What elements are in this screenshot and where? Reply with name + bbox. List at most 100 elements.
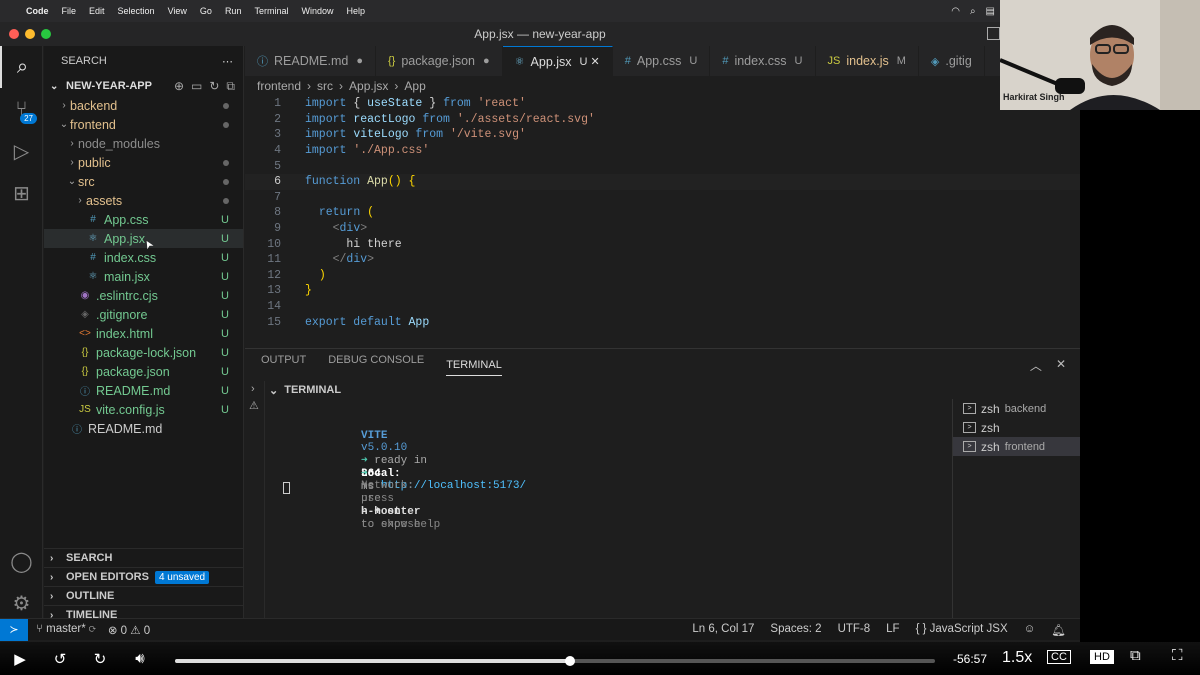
- terminal-instance[interactable]: > zsh frontend: [953, 437, 1080, 456]
- tree-item-assets[interactable]: › assets: [44, 191, 243, 210]
- code-token: >: [360, 222, 368, 236]
- tab-status: U: [689, 55, 698, 67]
- close-panel-icon[interactable]: ✕: [1056, 357, 1066, 374]
- tree-item-readme-md[interactable]: ⓘ README.md: [44, 419, 243, 438]
- tree-item-index-css[interactable]: # index.css U: [44, 248, 243, 267]
- chevron-right-icon[interactable]: ›: [245, 381, 264, 395]
- collapse-all-icon[interactable]: ⧉: [226, 79, 235, 94]
- panel-tab-terminal[interactable]: TERMINAL: [446, 354, 502, 376]
- code-editor[interactable]: 1 import { useState } from 'react' 2 import…: [245, 96, 1080, 346]
- section-search[interactable]: › SEARCH: [44, 548, 244, 567]
- forward-icon[interactable]: ↻: [80, 642, 120, 675]
- cursor-position[interactable]: Ln 6, Col 17: [692, 623, 754, 637]
- menu-run[interactable]: Run: [225, 6, 242, 16]
- search-view-icon[interactable]: ⌕: [0, 46, 43, 88]
- seek-bar[interactable]: [175, 656, 935, 666]
- menu-file[interactable]: File: [62, 6, 77, 16]
- menu-help[interactable]: Help: [346, 6, 365, 16]
- breadcrumb-item[interactable]: App.jsx: [349, 79, 388, 93]
- menu-terminal[interactable]: Terminal: [254, 6, 288, 16]
- menu-window[interactable]: Window: [301, 6, 333, 16]
- problems-indicator[interactable]: ⊗ 0 ⚠ 0: [108, 623, 150, 637]
- breadcrumb-item[interactable]: frontend: [257, 79, 301, 93]
- captions-button[interactable]: CC: [1047, 650, 1071, 664]
- indentation[interactable]: Spaces: 2: [770, 623, 821, 637]
- tab-index-css[interactable]: # index.css U: [710, 46, 816, 76]
- help-text: to show help: [361, 518, 441, 531]
- toggle-layout-icon[interactable]: [987, 27, 1000, 40]
- code-line: 2 import reactLogo from './assets/react.s…: [245, 112, 1080, 128]
- language-mode[interactable]: { } JavaScript JSX: [916, 623, 1008, 637]
- tree-item-package-lock-json[interactable]: {} package-lock.json U: [44, 343, 243, 362]
- sidebar-sections: › SEARCH › OPEN EDITORS 4 unsaved › OUTLINE › TI…: [44, 548, 244, 624]
- refresh-icon[interactable]: ↻: [209, 79, 219, 94]
- tree-item--gitignore[interactable]: ◈ .gitignore U: [44, 305, 243, 324]
- new-file-icon[interactable]: ⊕: [174, 79, 184, 94]
- picture-in-picture-icon[interactable]: ⧉: [1130, 647, 1141, 664]
- maximize-panel-icon[interactable]: ︿: [1030, 357, 1042, 374]
- code-token: import: [305, 144, 354, 158]
- seek-handle[interactable]: [565, 656, 576, 666]
- menu-edit[interactable]: Edit: [89, 6, 105, 16]
- wifi-icon[interactable]: ◠: [951, 6, 960, 17]
- run-debug-icon[interactable]: ▷: [0, 130, 43, 172]
- tree-item-package-json[interactable]: {} package.json U: [44, 362, 243, 381]
- search-icon[interactable]: ⌕: [970, 6, 976, 17]
- menu-selection[interactable]: Selection: [118, 6, 155, 16]
- play-icon[interactable]: ▶: [0, 642, 40, 675]
- remote-icon[interactable]: ≻: [0, 618, 28, 641]
- terminal-section-header[interactable]: ⌄ TERMINAL: [265, 381, 341, 399]
- volume-icon[interactable]: 🔊︎: [120, 642, 160, 675]
- terminal-output[interactable]: VITE v5.0.10 ready in 364 ms ➜ Local: ht…: [295, 417, 526, 531]
- encoding[interactable]: UTF-8: [838, 623, 871, 637]
- menu-go[interactable]: Go: [200, 6, 212, 16]
- file-type-icon: ◈: [930, 55, 940, 68]
- tree-item-frontend[interactable]: ⌄ frontend: [44, 115, 243, 134]
- tree-item-app-css[interactable]: # App.css U: [44, 210, 243, 229]
- extensions-icon[interactable]: ⊞: [0, 172, 43, 214]
- notifications-icon[interactable]: 🔔︎: [1051, 623, 1066, 637]
- line-ending[interactable]: LF: [886, 623, 899, 637]
- branch-indicator[interactable]: ⑂ master* ⟳: [36, 623, 96, 637]
- menu-app[interactable]: Code: [26, 6, 49, 16]
- playback-speed[interactable]: 1.5x: [1002, 649, 1032, 667]
- tree-item-public[interactable]: › public: [44, 153, 243, 172]
- tree-item-label: backend: [70, 98, 118, 113]
- tree-item-backend[interactable]: › backend: [44, 96, 243, 115]
- hd-button[interactable]: HD: [1090, 650, 1114, 664]
- new-folder-icon[interactable]: ▭: [191, 79, 202, 94]
- section-outline[interactable]: › OUTLINE: [44, 586, 244, 605]
- presenter-name: Harkirat Singh: [1003, 92, 1065, 102]
- tab--gitig[interactable]: ◈ .gitig: [919, 46, 985, 76]
- panel-tab-debug-console[interactable]: DEBUG CONSOLE: [328, 354, 424, 376]
- untracked-badge: U: [221, 251, 229, 264]
- tree-item-main-jsx[interactable]: ⚛ main.jsx U: [44, 267, 243, 286]
- tree-item-node-modules[interactable]: › node_modules: [44, 134, 243, 153]
- breadcrumb-item[interactable]: src: [317, 79, 333, 93]
- rewind-icon[interactable]: ↺: [40, 642, 80, 675]
- account-icon[interactable]: ◯: [0, 540, 43, 582]
- tree-item--eslintrc-cjs[interactable]: ◉ .eslintrc.cjs U: [44, 286, 243, 305]
- menu-view[interactable]: View: [168, 6, 187, 16]
- tree-item-readme-md[interactable]: ⓘ README.md U: [44, 381, 243, 400]
- tab-app-jsx[interactable]: ⚛ App.jsx U ✕: [502, 46, 613, 76]
- terminal-instance[interactable]: > zsh backend: [953, 399, 1080, 418]
- fullscreen-icon[interactable]: ⛶: [1172, 647, 1183, 664]
- more-actions-icon[interactable]: ⋯: [222, 55, 233, 68]
- tree-item-vite-config-js[interactable]: JS vite.config.js U: [44, 400, 243, 419]
- tree-item-src[interactable]: ⌄ src: [44, 172, 243, 191]
- breadcrumb-item[interactable]: App: [404, 79, 425, 93]
- tab-readme-md[interactable]: ⓘ README.md ●: [245, 46, 376, 76]
- tab-app-css[interactable]: # App.css U: [613, 46, 711, 76]
- project-root[interactable]: ⌄ NEW-YEAR-APP ⊕ ▭ ↻ ⧉: [44, 76, 243, 96]
- tab-index-js[interactable]: JS index.js M: [816, 46, 919, 76]
- tab-package-json[interactable]: {} package.json ●: [376, 46, 503, 76]
- tree-item-label: src: [78, 174, 95, 189]
- feedback-icon[interactable]: ☺: [1024, 623, 1036, 637]
- panel-tab-output[interactable]: OUTPUT: [261, 354, 306, 376]
- section-open-editors[interactable]: › OPEN EDITORS 4 unsaved: [44, 567, 244, 586]
- control-center-icon[interactable]: ▤: [986, 6, 995, 17]
- terminal-instance[interactable]: > zsh: [953, 418, 1080, 437]
- source-control-icon[interactable]: ⑂ 27: [0, 88, 43, 130]
- tree-item-index-html[interactable]: <> index.html U: [44, 324, 243, 343]
